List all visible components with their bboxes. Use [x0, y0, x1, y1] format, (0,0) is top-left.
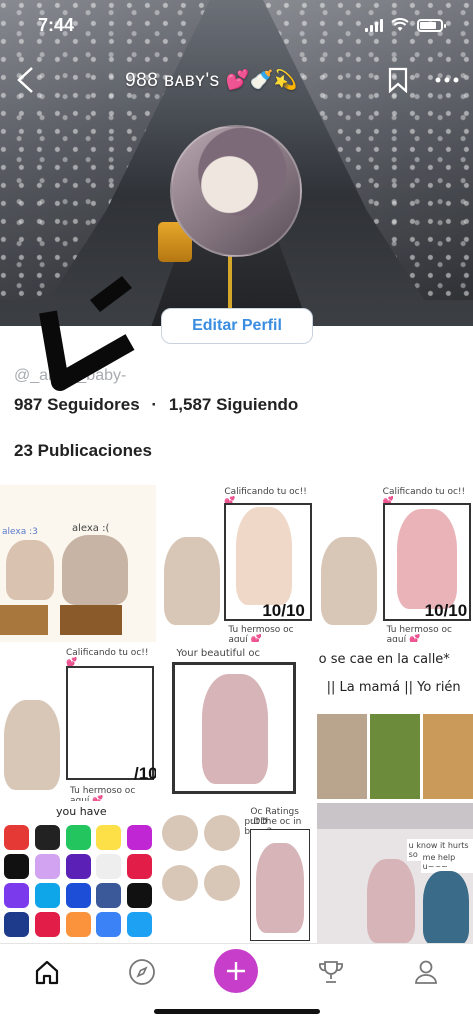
- character-head: [204, 865, 241, 901]
- post-tile[interactable]: u know it hurts so le me help u~~~ Justi…: [316, 803, 473, 943]
- post-caption: o se cae en la calle*: [318, 652, 450, 667]
- post-tile[interactable]: Your beautiful oc: [158, 644, 315, 801]
- avatar[interactable]: [170, 125, 302, 257]
- edit-profile-button[interactable]: Editar Perfil: [161, 308, 313, 344]
- nav-bar: 988 ʙᴀʙʏ's 💕🍼💫: [0, 58, 473, 102]
- follow-stats: 987 Seguidores · 1,587 Siguiendo: [14, 395, 298, 415]
- post-caption: you have: [56, 805, 107, 818]
- back-icon[interactable]: [14, 65, 36, 95]
- compass-icon: [129, 959, 155, 985]
- app-icon: [4, 912, 29, 937]
- tab-profile[interactable]: [406, 952, 446, 992]
- post-caption: alexa :3: [2, 527, 38, 537]
- home-icon: [35, 960, 59, 985]
- signal-icon: [365, 18, 383, 32]
- stats-separator: ·: [151, 395, 158, 414]
- app-icon: [127, 883, 153, 908]
- character-figure: [202, 674, 269, 784]
- status-icons: [365, 18, 446, 32]
- post-caption: Calificando tu oc!! 💕: [66, 648, 149, 668]
- app-icon: [96, 912, 122, 937]
- scene-wall: [316, 803, 473, 829]
- post-caption: alexa :(: [72, 523, 110, 534]
- app-icon: [65, 825, 91, 850]
- post-tile[interactable]: Calificando tu oc!! 💕 10/10 Tu hermoso o…: [316, 485, 473, 642]
- battery-icon: [417, 18, 446, 32]
- trophy-icon: [319, 961, 343, 983]
- followers-count[interactable]: 987 Seguidores: [14, 395, 140, 414]
- status-time: 7:44: [38, 14, 75, 35]
- meme-images: [316, 714, 473, 799]
- app-icon: [4, 825, 29, 850]
- app-icon: [127, 825, 153, 850]
- app-icon: [127, 854, 153, 879]
- character-figure: [366, 859, 415, 943]
- tab-add-post[interactable]: [214, 949, 258, 993]
- post-caption: || La mamá || Yo rién: [326, 680, 461, 695]
- app-icon: [34, 854, 60, 879]
- post-tile[interactable]: Calificando tu oc!! 💕 10/10 Tu hermoso o…: [158, 485, 315, 642]
- character-head: [162, 865, 199, 901]
- post-tile[interactable]: Calificando tu oc!! 💕 /10 Tu hermoso oc …: [0, 644, 157, 801]
- app-icon: [4, 854, 29, 879]
- app-icon: [96, 883, 122, 908]
- posts-grid: alexa :3 alexa :( Calificando tu oc!! 💕 …: [0, 485, 473, 943]
- character-head: [162, 815, 199, 851]
- nav-actions: [387, 67, 459, 93]
- desk: [60, 605, 122, 635]
- following-count[interactable]: 1,587 Siguiendo: [169, 395, 298, 414]
- oc-frame: [66, 666, 154, 780]
- app-icon: [96, 854, 122, 879]
- scribble-mark: [39, 276, 135, 391]
- app-icon: [34, 912, 60, 937]
- tab-home[interactable]: [27, 952, 67, 992]
- rating-score: /10: [134, 764, 157, 783]
- tab-explore[interactable]: [122, 952, 162, 992]
- rating-score: 10/10: [262, 601, 305, 620]
- character-figure: [62, 535, 128, 605]
- app-icon: [34, 825, 60, 850]
- app-icon: [34, 883, 60, 908]
- app-icon: [127, 912, 153, 937]
- post-tile[interactable]: o se cae en la calle* || La mamá || Yo r…: [316, 644, 473, 801]
- rating-score: 10/10: [424, 601, 468, 620]
- app-icon: [65, 912, 91, 937]
- app-icon: [96, 825, 122, 850]
- character-figure: [256, 843, 305, 933]
- character-figure: [164, 537, 221, 625]
- user-icon: [415, 960, 437, 984]
- tab-bar: [0, 943, 473, 1024]
- app-icon: [4, 883, 29, 908]
- app-icon-grid: [4, 825, 154, 937]
- post-caption: Your beautiful oc: [176, 648, 260, 659]
- more-icon[interactable]: [435, 76, 459, 84]
- post-tile[interactable]: you have: [0, 803, 157, 943]
- wifi-icon: [391, 18, 409, 31]
- character-figure: [6, 540, 54, 600]
- post-tile[interactable]: Oc Ratings :DD put the oc in box :3: [158, 803, 315, 943]
- post-tile[interactable]: alexa :3 alexa :(: [0, 485, 157, 642]
- character-figure: [396, 509, 457, 609]
- character-figure: [236, 507, 293, 605]
- post-caption: Tu hermoso oc aquí 💕: [386, 625, 452, 642]
- character-figure: [320, 537, 377, 625]
- bookmark-icon[interactable]: [387, 67, 409, 93]
- tab-trophy[interactable]: [311, 952, 351, 992]
- status-bar: 7:44: [0, 0, 473, 50]
- character-figure: [422, 871, 469, 943]
- post-caption: Tu hermoso oc aquí 💕: [228, 625, 294, 642]
- post-caption: Tu hermoso oc aquí 💕: [70, 786, 136, 801]
- character-head: [204, 815, 241, 851]
- character-figure: [4, 700, 60, 790]
- meme-image: [369, 714, 420, 799]
- meme-image: [316, 714, 367, 799]
- app-icon: [65, 854, 91, 879]
- plus-icon: [227, 962, 245, 980]
- posts-count: 23 Publicaciones: [14, 441, 152, 460]
- app-icon: [65, 883, 91, 908]
- profile-title: 988 ʙᴀʙʏ's 💕🍼💫: [125, 70, 298, 91]
- home-indicator[interactable]: [154, 1009, 320, 1014]
- meme-image: [422, 714, 473, 799]
- desk: [0, 605, 48, 635]
